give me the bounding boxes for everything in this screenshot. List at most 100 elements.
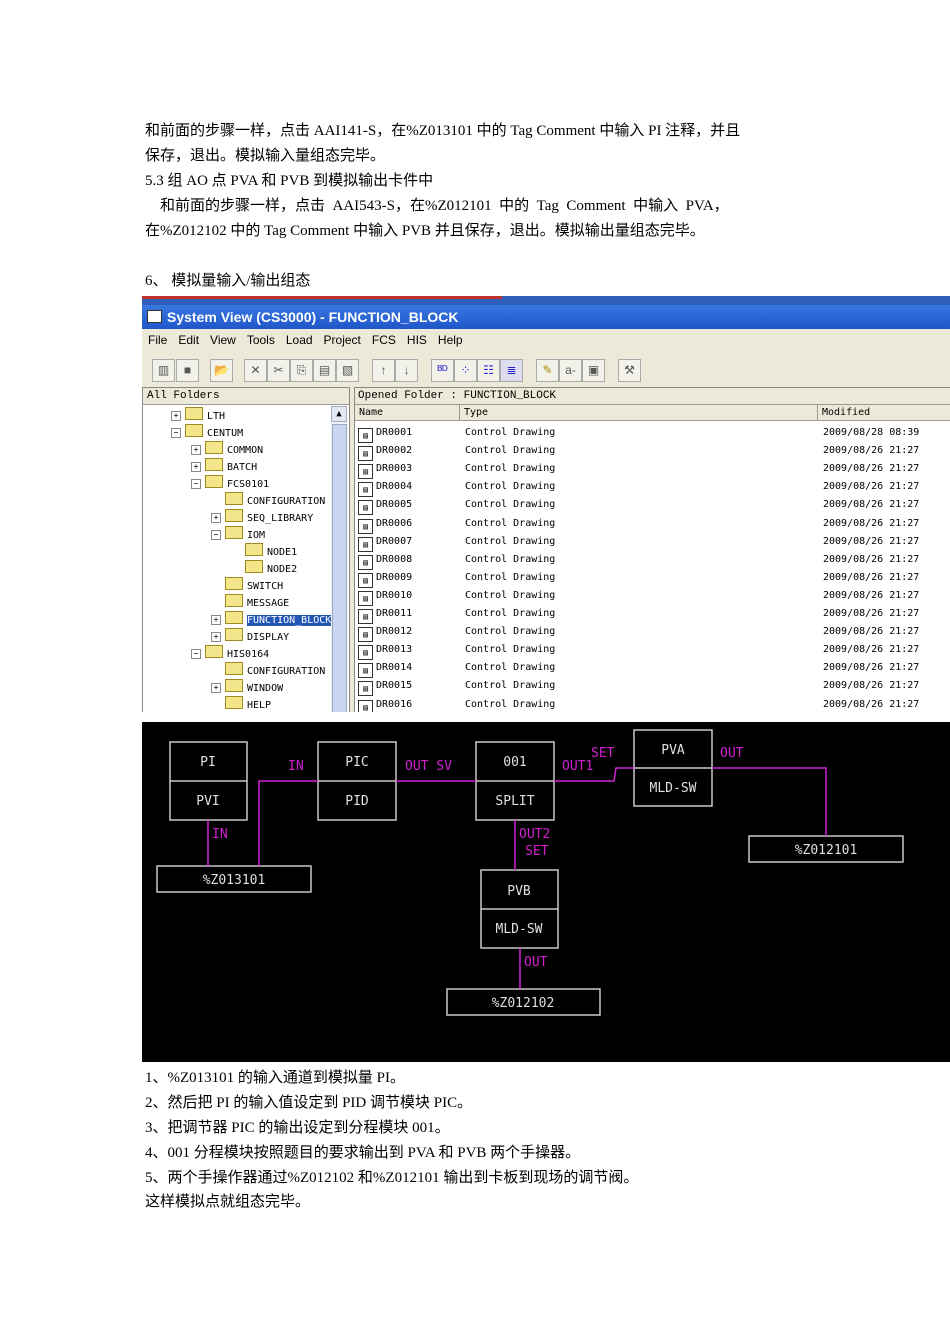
table-row[interactable]: ▤ DR0008 Control Drawing 2009/08/26 21:27: [358, 551, 948, 570]
table-row[interactable]: ▤ DR0014 Control Drawing 2009/08/26 21:27: [358, 659, 948, 679]
tree-item[interactable]: NODE1: [231, 543, 297, 560]
tree-item[interactable]: + DISPLAY: [211, 628, 289, 645]
paste-icon[interactable]: ▤: [313, 359, 336, 382]
table-row[interactable]: ▤ DR0009 Control Drawing 2009/08/26 21:27: [358, 569, 948, 588]
collapse-icon[interactable]: −: [191, 649, 201, 659]
sort-icon[interactable]: a-: [559, 359, 582, 382]
up-arrow-icon[interactable]: ↑: [372, 359, 395, 382]
table-row[interactable]: ▤ DR0010 Control Drawing 2009/08/26 21:27: [358, 587, 948, 606]
collapse-icon[interactable]: −: [171, 428, 181, 438]
tree-item[interactable]: + BATCH: [191, 458, 257, 475]
drawing-icon: ▤: [358, 554, 373, 570]
tree-item[interactable]: + WINDOW: [211, 679, 283, 696]
table-row[interactable]: ▤ DR0006 Control Drawing 2009/08/26 21:27: [358, 515, 948, 534]
menu-tools[interactable]: Tools: [247, 333, 275, 347]
menu-file[interactable]: File: [148, 333, 167, 347]
table-row[interactable]: ▤ DR0002 Control Drawing 2009/08/26 21:27: [358, 442, 948, 462]
menu-edit[interactable]: Edit: [178, 333, 199, 347]
small-icons-icon[interactable]: ⁘: [454, 359, 477, 382]
expand-icon[interactable]: +: [211, 615, 221, 625]
menu-help[interactable]: Help: [438, 333, 463, 347]
table-row[interactable]: ▤ DR0013 Control Drawing 2009/08/26 21:27: [358, 641, 948, 661]
tree-item[interactable]: − FCS0101: [191, 475, 269, 492]
column-name[interactable]: Name: [355, 405, 460, 421]
paste-special-icon[interactable]: ▧: [336, 359, 359, 382]
window-icon[interactable]: ■: [176, 359, 199, 382]
row-type: Control Drawing: [465, 680, 556, 692]
tree-item[interactable]: CONFIGURATION: [211, 662, 325, 679]
tree-item[interactable]: + SEQ_LIBRARY: [211, 509, 313, 526]
menu-view[interactable]: View: [210, 333, 236, 347]
app-icon: [147, 310, 162, 323]
tree-item[interactable]: + FUNCTION_BLOCK: [211, 611, 332, 628]
tree-item[interactable]: HELP: [211, 696, 271, 712]
table-row[interactable]: ▤ DR0015 Control Drawing 2009/08/26 21:27: [358, 677, 948, 697]
table-row[interactable]: ▤ DR0001 Control Drawing 2009/08/28 08:39: [358, 424, 948, 443]
row-type: Control Drawing: [465, 499, 556, 511]
table-row[interactable]: ▤ DR0016 Control Drawing 2009/08/26 21:27: [358, 696, 948, 712]
menu-project[interactable]: Project: [324, 333, 361, 347]
copy-icon[interactable]: ⎘: [290, 359, 313, 382]
tree-item[interactable]: NODE2: [231, 560, 297, 577]
expand-icon[interactable]: +: [191, 462, 201, 472]
io-z012101-label: %Z012101: [795, 843, 858, 858]
table-row[interactable]: ▤ DR0003 Control Drawing 2009/08/26 21:27: [358, 460, 948, 480]
tree-item[interactable]: + COMMON: [191, 441, 263, 458]
delete-icon[interactable]: ✕: [244, 359, 267, 382]
column-modified[interactable]: Modified: [818, 405, 950, 421]
list-view-icon[interactable]: ☷: [477, 359, 500, 382]
scroll-up-icon[interactable]: ▲: [331, 406, 347, 422]
tree-item[interactable]: SWITCH: [211, 577, 283, 594]
menu-load[interactable]: Load: [286, 333, 313, 347]
row-name: DR0003: [376, 463, 413, 475]
table-row[interactable]: ▤ DR0012 Control Drawing 2009/08/26 21:27: [358, 623, 948, 643]
collapse-icon[interactable]: −: [191, 479, 201, 489]
drawing-icon: ▤: [358, 518, 373, 534]
table-row[interactable]: ▤ DR0011 Control Drawing 2009/08/26 21:27: [358, 605, 948, 624]
tools-icon[interactable]: ⚒: [618, 359, 641, 382]
row-type: Control Drawing: [465, 589, 556, 601]
tree-item[interactable]: MESSAGE: [211, 594, 289, 611]
tree-item[interactable]: − CENTUM: [171, 424, 243, 441]
row-name: DR0011: [376, 608, 413, 619]
expand-icon[interactable]: +: [191, 445, 201, 455]
tree-item[interactable]: − IOM: [211, 526, 265, 543]
column-type[interactable]: Type: [460, 405, 818, 421]
details-view-icon[interactable]: ≣: [500, 359, 523, 382]
menu-fcs[interactable]: FCS: [372, 333, 396, 347]
tree-scrollbar[interactable]: ▲: [331, 406, 347, 712]
scroll-thumb[interactable]: [332, 424, 347, 712]
menu-his[interactable]: HIS: [407, 333, 427, 347]
row-modified: 2009/08/26 21:27: [823, 698, 920, 710]
table-row[interactable]: ▤ DR0007 Control Drawing 2009/08/26 21:27: [358, 533, 948, 552]
tree-item-label: SEQ_LIBRARY: [247, 513, 314, 524]
expand-icon[interactable]: +: [211, 683, 221, 693]
tree-item-label: HELP: [247, 700, 272, 711]
edit-icon[interactable]: ✎: [536, 359, 559, 382]
table-row[interactable]: ▤ DR0005 Control Drawing 2009/08/26 21:27: [358, 496, 948, 516]
tree-item[interactable]: CONFIGURATION: [211, 492, 325, 509]
row-modified: 2009/08/26 21:27: [823, 481, 920, 493]
folder-icon: [225, 509, 243, 522]
expand-icon[interactable]: +: [211, 632, 221, 642]
properties-icon[interactable]: ▥: [152, 359, 175, 382]
tree-item[interactable]: + LTH: [171, 407, 225, 424]
row-type: Control Drawing: [465, 481, 556, 493]
paragraph: 保存，退出。模拟输入量组态完毕。: [145, 148, 386, 164]
cut-icon[interactable]: ✂: [267, 359, 290, 382]
tree-header: All Folders: [143, 388, 349, 405]
expand-icon[interactable]: +: [211, 513, 221, 523]
table-row[interactable]: ▤ DR0004 Control Drawing 2009/08/26 21:27: [358, 478, 948, 498]
open-folder-icon[interactable]: 📂: [210, 359, 233, 382]
collapse-icon[interactable]: −: [211, 530, 221, 540]
tree-item[interactable]: − HIS0164: [191, 645, 269, 662]
paragraph: 和前面的步骤一样，点击 AAI141-S，在%Z013101 中的 Tag Co…: [145, 123, 741, 139]
label-in: IN: [288, 759, 304, 774]
row-modified: 2009/08/26 21:27: [823, 553, 920, 565]
calendar-icon[interactable]: ▣: [582, 359, 605, 382]
tree-item-label: WINDOW: [247, 683, 284, 694]
large-icons-icon[interactable]: ᴮᴰ: [431, 359, 454, 382]
expand-icon[interactable]: +: [171, 411, 181, 421]
down-arrow-icon[interactable]: ↓: [395, 359, 418, 382]
drawing-icon: ▤: [358, 500, 373, 516]
